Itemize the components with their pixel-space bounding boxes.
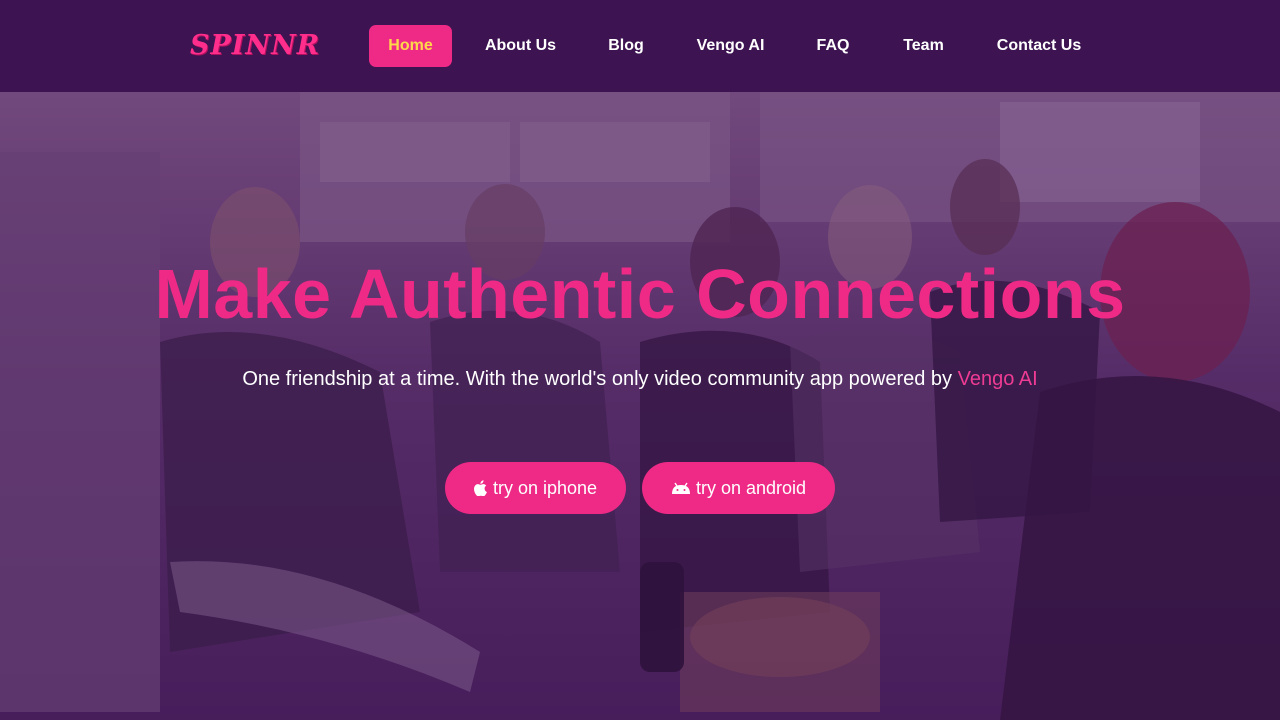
hero-subtitle: One friendship at a time. With the world… [0, 368, 1280, 391]
nav-team[interactable]: Team [886, 25, 961, 67]
top-navbar: SPINNR Home About Us Blog Vengo AI FAQ T… [0, 0, 1280, 92]
nav-blog[interactable]: Blog [591, 25, 661, 67]
nav-contact-us[interactable]: Contact Us [984, 25, 1094, 67]
nav-home[interactable]: Home [369, 25, 452, 67]
logo-wordmark: SPINNR [190, 29, 321, 61]
try-on-iphone-button[interactable]: try on iphone [445, 462, 626, 514]
vengo-ai-link[interactable]: Vengo AI [958, 368, 1038, 390]
nav-about-us[interactable]: About Us [472, 25, 569, 67]
hero-section: Make Authentic Connections One friendshi… [0, 92, 1280, 720]
hero-overlay [0, 92, 1280, 720]
hero-subtitle-text: One friendship at a time. With the world… [242, 368, 953, 390]
nav-vengo-ai[interactable]: Vengo AI [682, 25, 779, 67]
spinnr-logo[interactable]: SPINNR [189, 28, 321, 62]
hero-title: Make Authentic Connections [154, 255, 1126, 333]
try-on-iphone-label: try on iphone [492, 477, 598, 498]
nav-faq[interactable]: FAQ [801, 25, 865, 67]
android-icon [671, 482, 690, 494]
try-on-android-button[interactable]: try on android [642, 462, 835, 514]
try-on-android-label: try on android [695, 477, 807, 498]
apple-icon [473, 480, 487, 496]
